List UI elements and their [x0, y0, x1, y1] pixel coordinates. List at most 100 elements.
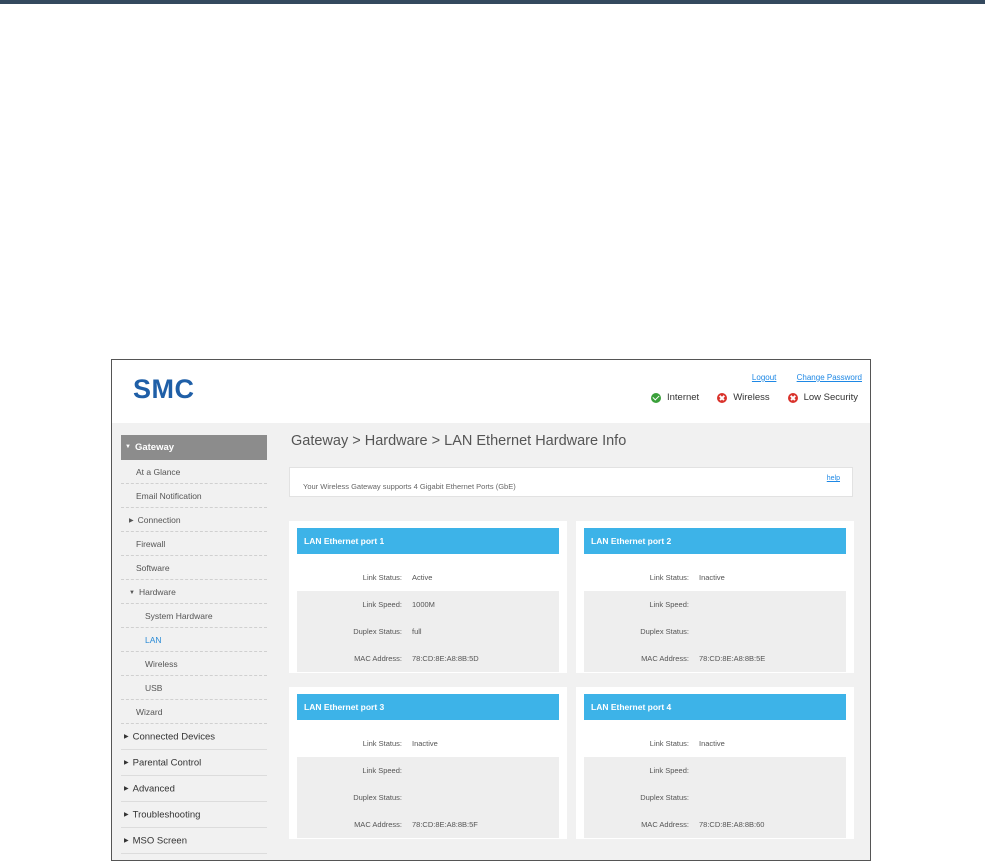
sidebar: ▼ Gateway At a Glance Email Notification … [121, 435, 267, 854]
caret-down-icon: ▼ [125, 444, 131, 450]
field-label: MAC Address: [641, 820, 689, 829]
sidebar-item-wireless[interactable]: Wireless [121, 652, 267, 676]
link-status-value: Inactive [412, 739, 438, 748]
sidebar-item-label: Connection [137, 515, 181, 525]
status-wireless-label: Wireless [733, 392, 770, 403]
sidebar-item-label: Hardware [138, 587, 176, 597]
status-wireless: Wireless [717, 392, 770, 403]
row-duplex-status: Duplex Status: [297, 784, 559, 811]
field-label: Link Speed: [649, 766, 689, 775]
port-card-2: LAN Ethernet port 2 Link Status: Inactive… [576, 521, 854, 673]
smc-logo: SMC [133, 374, 195, 404]
status-security-label: Low Security [803, 392, 858, 403]
sidebar-item-label: MSO Screen [132, 835, 188, 847]
mac-address-value: 78:CD:8E:A8:8B:5E [699, 654, 766, 663]
field-label: Link Status: [362, 739, 402, 748]
row-mac-address: MAC Address: 78:CD:8E:A8:8B:5E [584, 645, 846, 672]
status-internet-label: Internet [666, 392, 700, 403]
status-bar: Internet Wireless Low Security [650, 392, 858, 403]
sidebar-section-gateway[interactable]: ▼ Gateway [121, 435, 267, 460]
logout-link[interactable]: Logout [752, 373, 776, 382]
row-mac-address: MAC Address: 78:CD:8E:A8:8B:60 [584, 811, 846, 838]
top-rule [0, 0, 985, 4]
mac-address-value: 78:CD:8E:A8:8B:5F [412, 820, 478, 829]
field-label: Link Status: [649, 739, 689, 748]
duplex-status-value: full [412, 627, 422, 636]
sidebar-item-wizard[interactable]: Wizard [121, 700, 267, 724]
port-header: LAN Ethernet port 3 [297, 694, 559, 720]
sidebar-item-at-a-glance[interactable]: At a Glance [121, 460, 267, 484]
row-link-status: Link Status: Inactive [584, 564, 846, 591]
caret-right-icon: ▶ [124, 786, 129, 792]
row-duplex-status: Duplex Status: [584, 618, 846, 645]
field-label: MAC Address: [354, 820, 402, 829]
port-card-1: LAN Ethernet port 1 Link Status: Active L… [289, 521, 567, 673]
sidebar-item-label: Connected Devices [132, 731, 216, 743]
sidebar-item-mso-screen[interactable]: ▶ MSO Screen [121, 828, 267, 854]
error-icon [787, 392, 798, 403]
mac-address-value: 78:CD:8E:A8:8B:5D [412, 654, 479, 663]
port-header: LAN Ethernet port 2 [584, 528, 846, 554]
row-duplex-status: Duplex Status: [584, 784, 846, 811]
gateway-window: SMC Logout Change Password Internet Wire… [111, 359, 871, 861]
field-label: Link Speed: [362, 600, 402, 609]
link-status-value: Active [412, 573, 433, 582]
field-label: MAC Address: [354, 654, 402, 663]
field-label: Link Status: [649, 573, 689, 582]
row-mac-address: MAC Address: 78:CD:8E:A8:8B:5D [297, 645, 559, 672]
sidebar-item-email-notification[interactable]: Email Notification [121, 484, 267, 508]
sidebar-item-lan[interactable]: LAN [121, 628, 267, 652]
sidebar-item-firewall[interactable]: Firewall [121, 532, 267, 556]
page-title: Gateway > Hardware > LAN Ethernet Hardwa… [291, 433, 627, 449]
row-link-speed: Link Speed: [297, 757, 559, 784]
sidebar-item-connection[interactable]: ▶ Connection [121, 508, 267, 532]
caret-right-icon: ▶ [124, 838, 129, 844]
status-security: Low Security [787, 392, 858, 403]
row-mac-address: MAC Address: 78:CD:8E:A8:8B:5F [297, 811, 559, 838]
check-icon [650, 392, 661, 403]
help-link[interactable]: help [827, 475, 840, 482]
change-password-link[interactable]: Change Password [797, 373, 862, 382]
port-header: LAN Ethernet port 1 [297, 528, 559, 554]
sidebar-item-parental-control[interactable]: ▶ Parental Control [121, 750, 267, 776]
field-label: Link Speed: [649, 600, 689, 609]
error-icon [717, 392, 728, 403]
caret-right-icon: ▶ [124, 734, 129, 740]
field-label: Duplex Status: [640, 793, 689, 802]
row-link-speed: Link Speed: [584, 591, 846, 618]
info-box: Your Wireless Gateway supports 4 Gigabit… [289, 467, 853, 497]
field-label: Duplex Status: [353, 627, 402, 636]
sidebar-section-label: Gateway [134, 442, 175, 454]
port-card-4: LAN Ethernet port 4 Link Status: Inactive… [576, 687, 854, 839]
field-label: MAC Address: [641, 654, 689, 663]
info-text: Your Wireless Gateway supports 4 Gigabit… [303, 482, 516, 491]
caret-right-icon: ▶ [124, 812, 129, 818]
port-card-3: LAN Ethernet port 3 Link Status: Inactive… [289, 687, 567, 839]
link-status-value: Inactive [699, 573, 725, 582]
field-label: Duplex Status: [640, 627, 689, 636]
sidebar-item-label: Parental Control [132, 757, 202, 769]
sidebar-item-label: Advanced [132, 783, 175, 795]
row-link-speed: Link Speed: [584, 757, 846, 784]
sidebar-item-label: Troubleshooting [132, 809, 201, 821]
sidebar-item-hardware[interactable]: ▼ Hardware [121, 580, 267, 604]
mac-address-value: 78:CD:8E:A8:8B:60 [699, 820, 765, 829]
header-links: Logout Change Password [734, 373, 862, 382]
status-internet: Internet [650, 392, 700, 403]
link-speed-value: 1000M [412, 600, 435, 609]
sidebar-item-troubleshooting[interactable]: ▶ Troubleshooting [121, 802, 267, 828]
sidebar-item-usb[interactable]: USB [121, 676, 267, 700]
link-status-value: Inactive [699, 739, 725, 748]
field-label: Link Speed: [362, 766, 402, 775]
port-header: LAN Ethernet port 4 [584, 694, 846, 720]
field-label: Duplex Status: [353, 793, 402, 802]
row-link-status: Link Status: Inactive [297, 730, 559, 757]
caret-down-icon: ▼ [129, 589, 135, 596]
sidebar-item-system-hardware[interactable]: System Hardware [121, 604, 267, 628]
sidebar-item-software[interactable]: Software [121, 556, 267, 580]
row-link-speed: Link Speed: 1000M [297, 591, 559, 618]
row-link-status: Link Status: Inactive [584, 730, 846, 757]
caret-right-icon: ▶ [124, 760, 129, 766]
sidebar-item-advanced[interactable]: ▶ Advanced [121, 776, 267, 802]
sidebar-item-connected-devices[interactable]: ▶ Connected Devices [121, 724, 267, 750]
